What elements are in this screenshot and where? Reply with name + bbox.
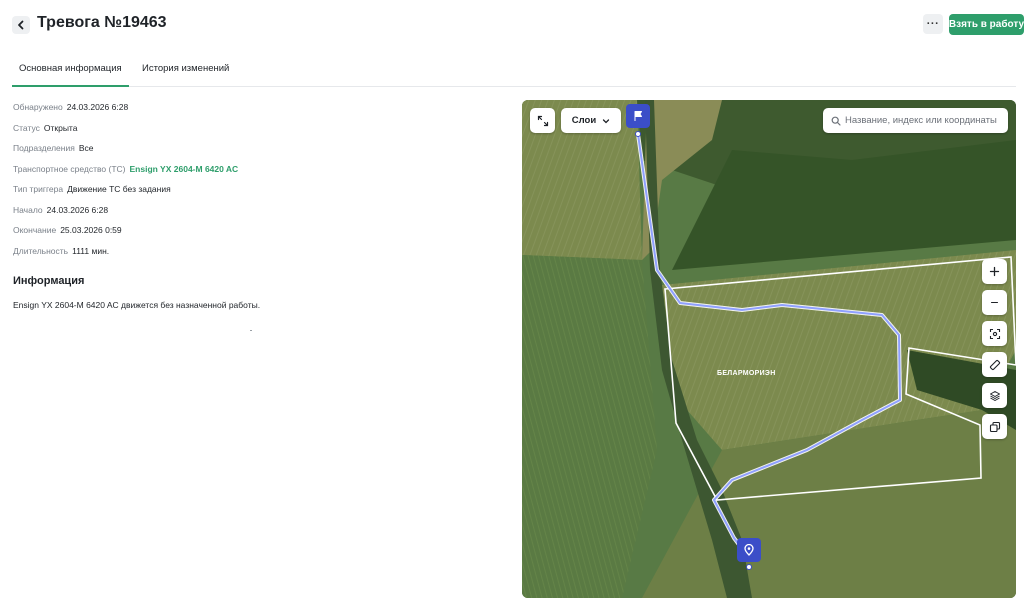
zoom-in-button[interactable]	[982, 259, 1007, 284]
detail-label: Статус	[13, 123, 40, 133]
tab-bar: Основная информация История изменений	[12, 58, 1016, 87]
detail-detected: Обнаружено 24.03.2026 6:28	[13, 102, 128, 112]
ruler-button[interactable]	[982, 352, 1007, 377]
track-end-marker[interactable]	[737, 538, 761, 562]
tab-main-info[interactable]: Основная информация	[12, 63, 129, 87]
detail-trigger-type: Тип триггера Движение ТС без задания	[13, 184, 171, 194]
back-button[interactable]	[12, 16, 30, 34]
chevron-left-icon	[18, 20, 24, 30]
location-pin-icon	[744, 544, 754, 556]
search-icon	[831, 116, 841, 126]
detail-label: Окончание	[13, 225, 57, 235]
expand-icon	[537, 115, 548, 126]
detail-value: 1111 мин.	[72, 246, 110, 256]
tab-change-history[interactable]: История изменений	[142, 63, 229, 74]
detail-value: Все	[78, 143, 94, 153]
map-view[interactable]: Слои БЕЛАРМОРИЭН	[522, 100, 1016, 598]
copy-coordinates-button[interactable]	[982, 414, 1007, 439]
detail-value: 24.03.2026 6:28	[66, 102, 129, 112]
detail-divisions: Подразделения Все	[13, 143, 93, 153]
divider-dot	[250, 330, 252, 331]
detail-value: 25.03.2026 0:59	[60, 225, 122, 235]
detail-label: Начало	[13, 205, 43, 215]
stack-layers-icon	[989, 390, 1000, 401]
track-start-marker[interactable]	[626, 104, 650, 128]
detail-value: Открыта	[43, 123, 78, 133]
detail-start: Начало 24.03.2026 6:28	[13, 205, 108, 215]
focus-target-icon	[989, 328, 1000, 339]
info-section-text: Ensign YX 2604-M 6420 AC движется без на…	[13, 300, 261, 310]
map-search-input[interactable]	[845, 115, 1005, 126]
detail-value: Движение ТС без задания	[67, 184, 171, 194]
field-name-label: БЕЛАРМОРИЭН	[717, 370, 776, 377]
plus-icon	[989, 266, 1000, 277]
more-button[interactable]: ···	[923, 14, 943, 34]
page-header: Тревога №19463 ··· Взять в работу	[0, 0, 1024, 52]
ruler-icon	[989, 359, 1000, 370]
copy-icon	[989, 421, 1000, 432]
detail-vehicle: Транспортное средство (ТС) Ensign YX 2604…	[13, 164, 238, 174]
detail-label: Длительность	[13, 246, 69, 256]
detail-duration: Длительность 1111 мин.	[13, 246, 109, 256]
map-search	[823, 108, 1008, 133]
chevron-down-icon	[603, 118, 610, 123]
detail-value: 24.03.2026 6:28	[46, 205, 109, 215]
flag-icon	[634, 111, 642, 121]
detail-label: Транспортное средство (ТС)	[13, 164, 126, 174]
detail-label: Подразделения	[13, 143, 75, 153]
map-layers-button[interactable]	[982, 383, 1007, 408]
satellite-imagery	[522, 100, 1016, 598]
focus-button[interactable]	[982, 321, 1007, 346]
zoom-out-button[interactable]	[982, 290, 1007, 315]
vehicle-link[interactable]: Ensign YX 2604-M 6420 AC	[130, 164, 239, 174]
fullscreen-button[interactable]	[530, 108, 555, 133]
layers-label: Слои	[571, 115, 597, 126]
take-to-work-button[interactable]: Взять в работу	[949, 14, 1024, 35]
page-title: Тревога №19463	[37, 14, 167, 31]
detail-label: Обнаружено	[13, 102, 63, 112]
layers-dropdown[interactable]: Слои	[561, 108, 621, 133]
detail-end: Окончание 25.03.2026 0:59	[13, 225, 122, 235]
info-section-title: Информация	[13, 275, 85, 287]
detail-status: Статус Открыта	[13, 123, 77, 133]
minus-icon	[990, 301, 999, 304]
detail-label: Тип триггера	[13, 184, 64, 194]
